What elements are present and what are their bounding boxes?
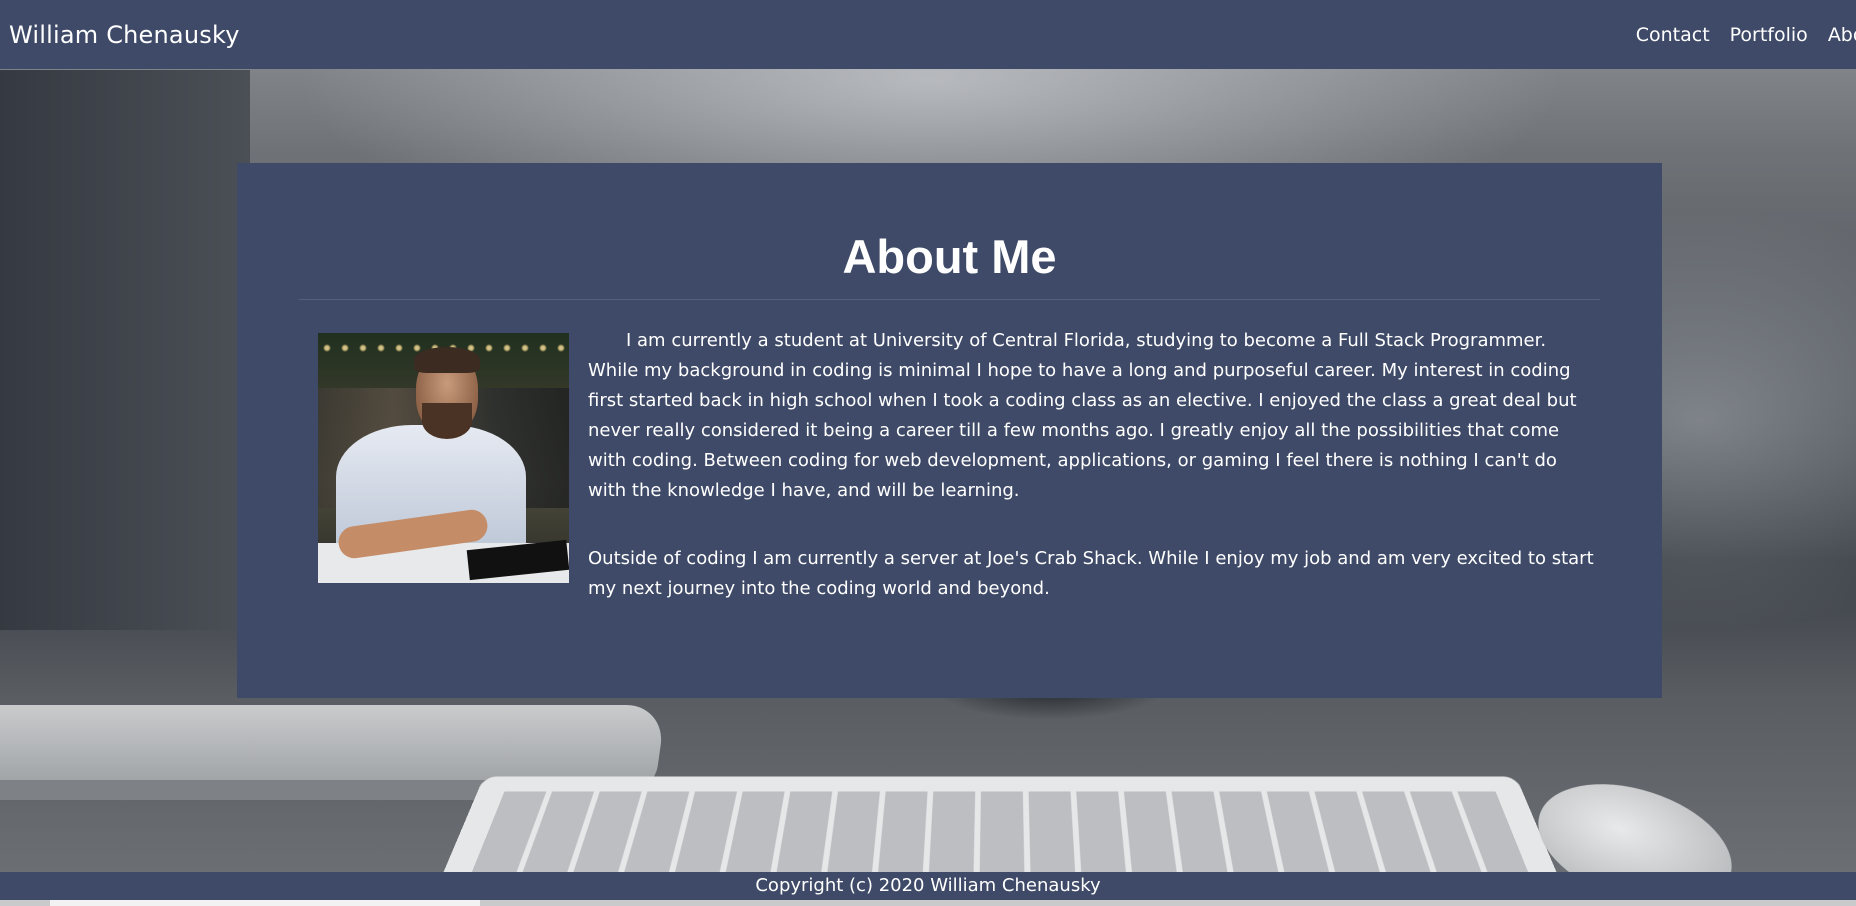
nav-links: Contact Portfolio About xyxy=(1636,24,1856,46)
about-paragraph-1: I am currently a student at University o… xyxy=(588,330,1577,501)
nav-link-contact[interactable]: Contact xyxy=(1636,24,1710,46)
profile-photo xyxy=(318,333,569,583)
about-paragraph-2: Outside of coding I am currently a serve… xyxy=(588,548,1594,599)
about-card: About Me I am currently a student at Uni… xyxy=(237,163,1662,698)
divider xyxy=(299,299,1600,300)
about-content: I am currently a student at University o… xyxy=(299,326,1600,604)
brand-link[interactable]: William Chenausky xyxy=(9,21,240,49)
page-title: About Me xyxy=(842,230,1057,283)
copyright-text: Copyright (c) 2020 William Chenausky xyxy=(755,875,1101,896)
nav-link-portfolio[interactable]: Portfolio xyxy=(1730,24,1808,46)
bottom-strip xyxy=(0,900,1856,906)
about-text: I am currently a student at University o… xyxy=(588,326,1600,604)
footer: Copyright (c) 2020 William Chenausky xyxy=(0,872,1856,900)
navbar: William Chenausky Contact Portfolio Abou… xyxy=(0,0,1856,69)
nav-link-about[interactable]: About xyxy=(1828,24,1856,46)
